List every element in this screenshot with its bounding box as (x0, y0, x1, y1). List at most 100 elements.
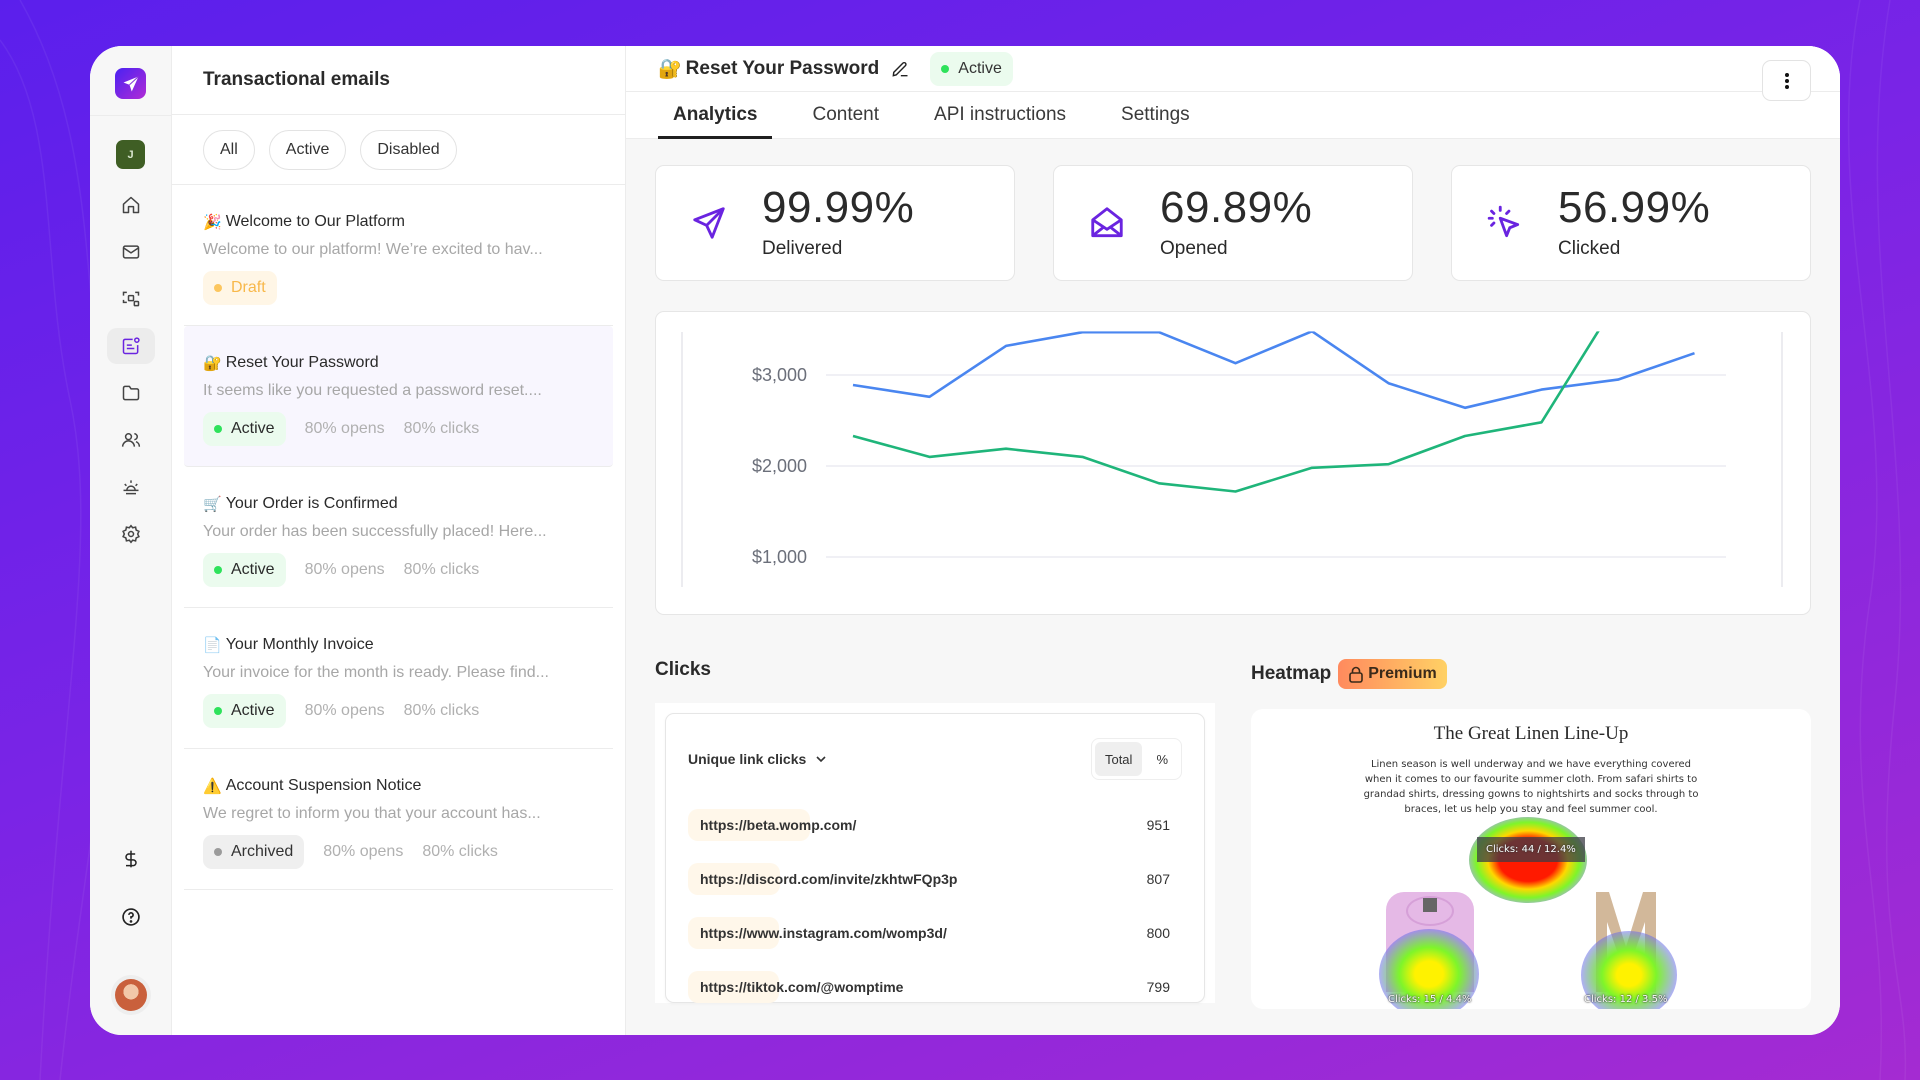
pencil-icon (892, 61, 908, 77)
sidebar-item-automations[interactable] (107, 281, 155, 317)
status-badge: Archived (203, 835, 305, 869)
item-emoji-icon: 🔐 (203, 355, 222, 372)
click-cursor-icon (1485, 203, 1525, 243)
sidebar-item-contacts[interactable] (107, 422, 155, 458)
envelope-open-icon (1087, 203, 1127, 243)
item-preview: It seems like you requested a password r… (203, 382, 542, 399)
sidebar-item-files[interactable] (107, 375, 155, 411)
clicks-card: Unique link clicks Total % https://beta.… (665, 713, 1205, 1003)
heatmap-preview: The Great Linen Line-Up Linen season is … (1251, 709, 1811, 1009)
email-list-item[interactable]: 🛒 Your Order is Confirmed Your order has … (184, 467, 613, 608)
clicks-wrapper: Unique link clicks Total % https://beta.… (655, 703, 1215, 1003)
toggle-total[interactable]: Total (1094, 742, 1143, 776)
tab-bar: Analytics Content API instructions Setti… (626, 92, 1840, 139)
opens-stat: 80% opens (304, 561, 385, 578)
item-title-text: Welcome to Our Platform (225, 213, 405, 230)
item-emoji-icon: 🎉 (203, 214, 222, 231)
sidebar-item-help[interactable] (107, 899, 155, 935)
item-title: 🎉 Welcome to Our Platform (203, 213, 594, 231)
help-icon (121, 908, 140, 926)
status-dot (214, 566, 222, 574)
item-emoji-icon: 📄 (203, 637, 222, 654)
rail-divider (90, 115, 172, 116)
clicks-header: Unique link clicks Total % (688, 738, 1182, 780)
metric-label: Unique link clicks (688, 751, 807, 767)
email-list-item[interactable]: 🎉 Welcome to Our Platform Welcome to our … (184, 185, 613, 326)
email-list-item[interactable]: 📄 Your Monthly Invoice Your invoice for t… (184, 608, 613, 749)
link-count: 951 (1146, 817, 1170, 833)
email-list-item[interactable]: ⚠️ Account Suspension Notice We regret to… (184, 749, 613, 890)
status-label: Draft (231, 279, 266, 296)
item-meta: Active 80% opens 80% clicks (203, 694, 594, 728)
home-icon (122, 196, 139, 214)
stat-value: 99.99% (762, 183, 915, 232)
item-title: 🛒 Your Order is Confirmed (203, 495, 594, 513)
template-title: 🔐 Reset Your Password (658, 57, 910, 81)
item-preview: Welcome to our platform! We’re excited t… (203, 241, 543, 258)
link-url: https://tiktok.com/@womptime (700, 979, 904, 995)
mail-icon (122, 245, 139, 259)
heatmap-header: Heatmap Premium (1251, 659, 1811, 689)
flow-icon (122, 291, 139, 307)
item-title: ⚠️ Account Suspension Notice (203, 777, 594, 795)
email-preview-body: Linen season is well underway and we hav… (1363, 759, 1699, 815)
item-meta: Active 80% opens 80% clicks (203, 553, 594, 587)
stats-row: 99.99% Delivered 69.89% Opened 56.99% Cl… (655, 165, 1811, 281)
user-avatar[interactable] (114, 979, 147, 1011)
premium-badge[interactable]: Premium (1338, 659, 1447, 689)
dollar-icon (124, 850, 137, 868)
series-line-2 (852, 331, 1600, 493)
item-title-text: Your Monthly Invoice (225, 636, 374, 653)
folder-icon (122, 385, 139, 401)
more-options-button[interactable] (1762, 60, 1811, 101)
status-dot (214, 425, 222, 433)
sidebar-item-billing[interactable] (107, 841, 155, 877)
stat-label: Opened (1160, 238, 1228, 259)
tab-api-instructions[interactable]: API instructions (919, 92, 1081, 138)
item-preview: Your invoice for the month is ready. Ple… (203, 664, 549, 681)
send-icon (689, 203, 729, 243)
filter-disabled[interactable]: Disabled (360, 129, 457, 170)
sidebar-item-transactional[interactable] (106, 328, 155, 364)
premium-label: Premium (1368, 665, 1437, 682)
line-chart-card: $1,000 $2,000 $3,000 (655, 311, 1811, 615)
list-header: Transactional emails (172, 46, 625, 115)
sidebar-item-settings[interactable] (107, 516, 155, 552)
item-title: 🔐 Reset Your Password (203, 354, 594, 372)
main-panel: 🔐 Reset Your Password Active Analytics C… (626, 46, 1840, 1035)
filter-all[interactable]: All (203, 129, 255, 170)
clicks-stat: 80% clicks (403, 702, 480, 719)
sidebar-item-home[interactable] (107, 187, 155, 223)
lock-icon (1349, 666, 1364, 683)
edit-title-button[interactable] (890, 59, 910, 79)
item-preview: Your order has been successfully placed!… (203, 523, 547, 540)
item-title-text: Account Suspension Notice (225, 777, 422, 794)
app-logo[interactable] (115, 68, 146, 99)
sidebar-item-inbox[interactable] (107, 234, 155, 270)
clicks-section: Clicks Unique link clicks Total % https:… (655, 659, 1215, 1009)
tab-content[interactable]: Content (797, 92, 894, 138)
filter-chips: All Active Disabled (172, 115, 625, 185)
tab-settings[interactable]: Settings (1106, 92, 1205, 138)
link-row[interactable]: https://discord.com/invite/zkhtwFQp3p 80… (688, 852, 1182, 906)
status-badge: Draft (203, 271, 277, 305)
hotspot-label: Clicks: 12 / 3.5% (1584, 994, 1668, 1005)
toggle-percent[interactable]: % (1146, 742, 1178, 776)
status-dot (214, 707, 222, 715)
link-url: https://www.instagram.com/womp3d/ (700, 925, 947, 941)
link-row[interactable]: https://tiktok.com/@womptime 799 (688, 960, 1182, 1014)
email-list-item[interactable]: 🔐 Reset Your Password It seems like you r… (184, 326, 613, 467)
link-count: 800 (1146, 925, 1170, 941)
link-count: 799 (1146, 979, 1170, 995)
status-badge: Active (203, 694, 286, 728)
link-row[interactable]: https://www.instagram.com/womp3d/ 800 (688, 906, 1182, 960)
filter-active[interactable]: Active (268, 129, 347, 170)
hotspot-label: Clicks: 44 / 12.4% (1477, 837, 1585, 862)
email-list-panel: Transactional emails All Active Disabled… (172, 46, 626, 1035)
workspace-avatar[interactable]: J (116, 140, 145, 169)
tab-analytics[interactable]: Analytics (658, 92, 773, 139)
link-row[interactable]: https://beta.womp.com/ 951 (688, 798, 1182, 852)
metric-dropdown[interactable]: Unique link clicks (688, 751, 826, 767)
sidebar-item-campaigns[interactable] (107, 469, 155, 505)
item-preview: We regret to inform you that your accoun… (203, 805, 541, 822)
